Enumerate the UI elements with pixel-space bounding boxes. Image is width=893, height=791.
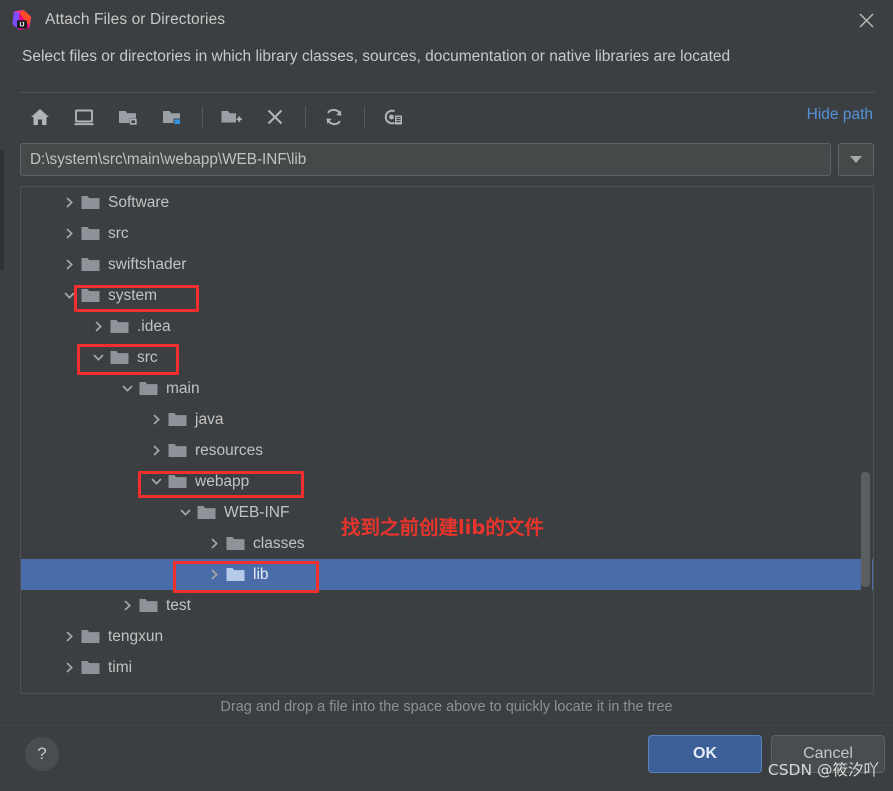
delete-icon[interactable] [257,100,293,134]
chevron-down-icon[interactable] [146,466,166,497]
tree-node-label: webapp [195,472,250,490]
refresh-icon[interactable] [316,100,352,134]
tree-node-label: swiftshader [108,255,187,273]
tree-row[interactable]: classes [21,528,873,559]
tree-node-label: java [195,410,224,428]
folder-icon [166,404,188,435]
tree-node-label: Software [108,193,170,211]
tree-node-label: test [166,596,191,614]
tree-node-label: src [137,348,158,366]
tree-node-label: system [108,286,158,304]
tree-node-label: resources [195,441,264,459]
tree-row[interactable]: Software [21,187,873,218]
chevron-right-icon[interactable] [59,218,79,249]
tree-row[interactable]: src [21,218,873,249]
hide-path-link[interactable]: Hide path [807,106,873,124]
chevron-down-icon[interactable] [175,497,195,528]
folder-icon [166,466,188,497]
cancel-button[interactable]: Cancel [771,735,885,773]
footer-divider [0,722,893,723]
tree-row[interactable]: swiftshader [21,249,873,280]
folder-icon [79,652,101,683]
home-icon[interactable] [22,100,58,134]
window-title: Attach Files or Directories [45,11,226,28]
folder-collapse-icon[interactable] [110,100,146,134]
toolbar-separator [364,106,365,128]
folder-icon [137,373,159,404]
drag-drop-hint: Drag and drop a file into the space abov… [220,699,673,715]
tree-row[interactable]: test [21,590,873,621]
tree-node-label: WEB-INF [224,503,290,521]
tree-row[interactable]: main [21,373,873,404]
tree-row[interactable]: java [21,404,873,435]
chevron-right-icon[interactable] [88,311,108,342]
tree-scrollbar-track[interactable] [861,188,872,693]
chevron-right-icon[interactable] [117,590,137,621]
directory-tree: Software src swiftshader system .idea src main… [21,187,873,683]
tree-node-label: timi [108,658,133,676]
chevron-right-icon[interactable] [59,621,79,652]
chevron-right-icon[interactable] [146,404,166,435]
chevron-down-icon[interactable] [117,373,137,404]
tree-row[interactable]: lib [21,559,873,590]
folder-icon [79,249,101,280]
tree-node-label: main [166,379,200,397]
tree-row[interactable]: webapp [21,466,873,497]
title-bar: IJ Attach Files or Directories [0,0,893,40]
tree-scrollbar-thumb[interactable] [861,472,870,587]
toolbar-separator [202,106,203,128]
chevron-right-icon[interactable] [204,559,224,590]
folder-icon [137,590,159,621]
show-hidden-files-icon[interactable] [375,100,411,134]
folder-icon [224,559,246,590]
folder-icon [79,280,101,311]
tree-node-label: .idea [137,317,171,335]
folder-icon [195,497,217,528]
tree-row[interactable]: timi [21,652,873,683]
tree-row[interactable]: src [21,342,873,373]
chevron-right-icon[interactable] [59,187,79,218]
folder-icon [79,218,101,249]
attach-files-dialog: IJ Attach Files or Directories Select fi… [0,0,893,791]
tree-node-label: lib [253,565,269,583]
desktop-icon[interactable] [66,100,102,134]
tree-row[interactable]: tengxun [21,621,873,652]
file-chooser-toolbar [22,99,419,135]
close-icon[interactable] [849,5,883,35]
path-dropdown-button[interactable] [838,143,874,176]
tree-row[interactable]: resources [21,435,873,466]
path-input[interactable] [20,143,831,176]
chevron-down-icon[interactable] [88,342,108,373]
tree-row[interactable]: .idea [21,311,873,342]
dialog-description: Select files or directories in which lib… [22,48,731,65]
tree-node-label: tengxun [108,627,164,645]
folder-icon [79,621,101,652]
chevron-right-icon[interactable] [204,528,224,559]
tree-node-label: classes [253,534,305,552]
folder-icon [166,435,188,466]
folder-icon [108,311,130,342]
chevron-down-icon[interactable] [59,280,79,311]
svg-text:IJ: IJ [19,23,24,29]
folder-expand-icon[interactable] [154,100,190,134]
tree-row[interactable]: system [21,280,873,311]
tree-row[interactable]: WEB-INF [21,497,873,528]
directory-tree-panel[interactable]: Software src swiftshader system .idea src main… [20,186,874,694]
toolbar-separator [305,106,306,128]
folder-icon [224,528,246,559]
path-combobox [20,143,874,178]
help-button[interactable]: ? [25,737,59,771]
new-folder-icon[interactable] [213,100,249,134]
ok-button[interactable]: OK [648,735,762,773]
chevron-right-icon[interactable] [146,435,166,466]
folder-icon [108,342,130,373]
chevron-right-icon[interactable] [59,652,79,683]
intellij-idea-logo-icon: IJ [11,9,33,31]
folder-icon [79,187,101,218]
chevron-right-icon[interactable] [59,249,79,280]
chevron-down-icon [850,156,862,163]
header-divider [20,92,875,93]
tree-node-label: src [108,224,129,242]
window-left-edge [0,150,4,270]
